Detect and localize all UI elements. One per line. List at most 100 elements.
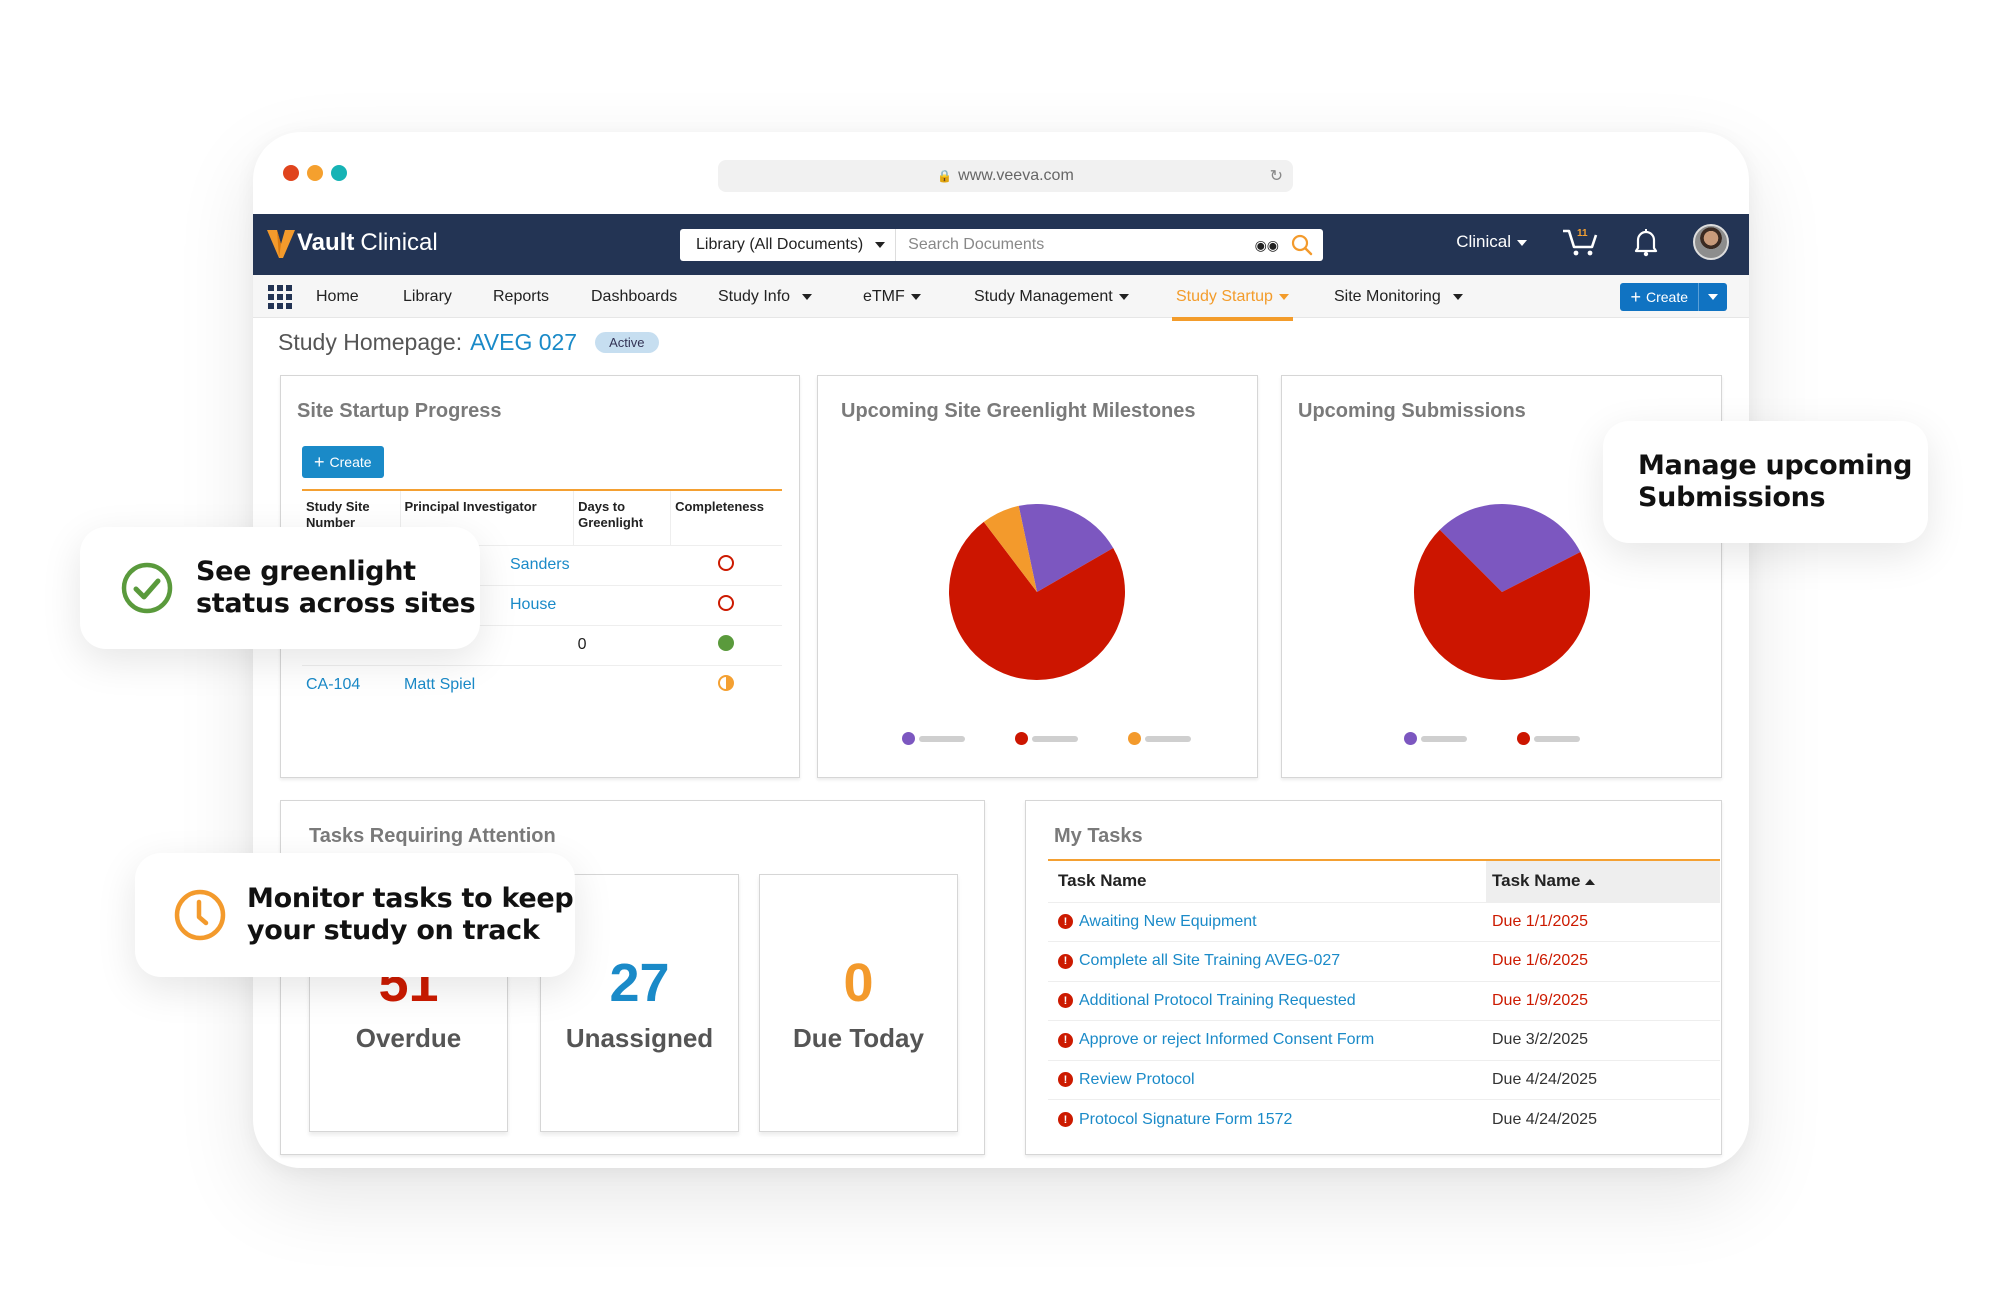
task-link[interactable]: ! Awaiting New Equipment — [1058, 913, 1486, 931]
cart-icon[interactable]: 11 — [1561, 227, 1599, 257]
greenlight-pie-chart — [949, 504, 1125, 680]
browser-window: 🔒 www.veeva.com ↻ Vault Clinical Library… — [253, 132, 1749, 1168]
callout-text: Monitor tasks to keep your study on track — [247, 883, 574, 947]
legend-item[interactable] — [1404, 732, 1467, 745]
callout-line: your study on track — [247, 915, 540, 946]
study-link[interactable]: AVEG 027 — [470, 329, 577, 356]
completeness — [670, 544, 782, 585]
page-title: Study Homepage: AVEG 027 Active — [278, 329, 659, 356]
task-name-cell: ! Awaiting New Equipment — [1048, 901, 1486, 942]
callout-text: See greenlight status across sites — [196, 556, 476, 620]
completeness — [670, 664, 782, 705]
col-task-name[interactable]: Task Name — [1048, 859, 1486, 902]
search-icon[interactable] — [1289, 232, 1315, 258]
create-label: Create — [1645, 289, 1688, 305]
search-scope-select[interactable]: Library (All Documents) — [680, 229, 897, 261]
callout-line: See greenlight — [196, 556, 416, 587]
alert-icon: ! — [1058, 953, 1073, 969]
create-label: Create — [329, 454, 372, 470]
task-due-date: Due 1/1/2025 — [1486, 901, 1720, 942]
callout-line: Submissions — [1638, 482, 1826, 513]
alert-icon: ! — [1058, 1032, 1073, 1048]
app-header: Vault Clinical Library (All Documents) S… — [253, 214, 1749, 275]
callout-line: Monitor tasks to keep — [247, 883, 574, 914]
col-days[interactable]: Days to Greenlight — [573, 489, 672, 545]
task-link[interactable]: ! Protocol Signature Form 1572 — [1058, 1111, 1486, 1129]
task-name-cell: ! Review Protocol — [1048, 1059, 1486, 1100]
callout-tasks: Monitor tasks to keep your study on track — [135, 853, 575, 977]
legend-swatch — [1128, 732, 1141, 745]
chevron-down-icon — [1118, 293, 1129, 300]
legend-swatch — [1517, 732, 1530, 745]
legend-item[interactable] — [902, 732, 965, 745]
check-circle-icon — [121, 562, 173, 614]
due-today-label: Due Today — [793, 1023, 924, 1053]
status-badge: Active — [595, 332, 659, 353]
nav-label: eTMF — [863, 287, 905, 305]
app-grid-icon[interactable] — [268, 285, 292, 309]
legend-swatch — [1404, 732, 1417, 745]
legend-item[interactable] — [1128, 732, 1191, 745]
task-row: ! Review Protocol Due 4/24/2025 — [1048, 1059, 1720, 1100]
binoculars-icon[interactable]: ◉◉ — [1255, 237, 1279, 254]
legend-item[interactable] — [1015, 732, 1078, 745]
completeness — [670, 584, 782, 625]
nav-study-info[interactable]: Study Info — [718, 275, 813, 318]
task-link[interactable]: ! Complete all Site Training AVEG-027 — [1058, 952, 1486, 970]
task-link[interactable]: ! Review Protocol — [1058, 1071, 1486, 1089]
plus-icon: + — [314, 451, 325, 472]
investigator[interactable]: Matt Spiel — [400, 664, 574, 705]
nav-label: Study Management — [974, 287, 1113, 305]
col-completeness[interactable]: Completeness — [670, 489, 782, 545]
maximize-dot[interactable] — [331, 165, 347, 181]
plus-icon: + — [1630, 286, 1641, 307]
chevron-down-icon — [875, 242, 886, 248]
panel-title: Upcoming Submissions — [1298, 400, 1526, 422]
minimize-dot[interactable] — [307, 165, 323, 181]
close-dot[interactable] — [283, 165, 299, 181]
create-site-button[interactable]: + Create — [302, 446, 384, 478]
veeva-v-icon — [267, 230, 295, 258]
bell-icon[interactable] — [1633, 227, 1659, 257]
task-due-date: Due 4/24/2025 — [1486, 1059, 1720, 1100]
nav-study-startup[interactable]: Study Startup — [1172, 275, 1293, 321]
app-switcher-label: Clinical — [1456, 232, 1511, 251]
unassigned-label: Unassigned — [565, 1023, 714, 1053]
site-number[interactable]: CA-104 — [302, 664, 400, 705]
task-row: ! Awaiting New Equipment Due 1/1/2025 — [1048, 901, 1720, 942]
nav-dashboards[interactable]: Dashboards — [591, 275, 677, 318]
app-name-bold: Vault — [297, 229, 355, 256]
vault-logo[interactable]: Vault Clinical — [267, 228, 438, 258]
cart-count: 11 — [1577, 228, 1588, 239]
nav-home[interactable]: Home — [316, 275, 359, 318]
legend-item[interactable] — [1517, 732, 1580, 745]
task-due-date: Due 1/9/2025 — [1486, 980, 1720, 1021]
days-to-greenlight — [573, 544, 671, 585]
nav-reports[interactable]: Reports — [493, 275, 549, 318]
legend-swatch — [1015, 732, 1028, 745]
due-today-count: 0 — [843, 953, 874, 1013]
col-task-name-sorted[interactable]: Task Name — [1486, 859, 1720, 902]
task-name-cell: ! Approve or reject Informed Consent Form — [1048, 1020, 1486, 1060]
create-dropdown-button[interactable] — [1699, 283, 1727, 311]
due-today-tile[interactable]: 0 Due Today — [759, 874, 958, 1132]
nav-study-management[interactable]: Study Management — [974, 275, 1129, 318]
task-link[interactable]: ! Approve or reject Informed Consent Form — [1058, 1031, 1486, 1049]
address-bar[interactable]: 🔒 www.veeva.com ↻ — [718, 160, 1293, 192]
task-name-cell: ! Complete all Site Training AVEG-027 — [1048, 941, 1486, 981]
task-row: ! Additional Protocol Training Requested D… — [1048, 980, 1720, 1021]
nav-label: Reports — [493, 287, 550, 305]
user-avatar[interactable] — [1693, 224, 1729, 260]
create-button[interactable]: + Create — [1620, 283, 1699, 311]
task-name-cell: ! Additional Protocol Training Requested — [1048, 980, 1486, 1021]
nav-library[interactable]: Library — [403, 275, 452, 318]
app-switcher[interactable]: Clinical — [1456, 232, 1527, 252]
search-input[interactable]: Search Documents — [896, 236, 1254, 254]
callout-submissions: Manage upcoming Submissions — [1603, 421, 1928, 543]
complete-status-icon — [718, 634, 735, 651]
days-to-greenlight — [573, 664, 671, 705]
task-link[interactable]: ! Additional Protocol Training Requested — [1058, 992, 1486, 1010]
nav-site-monitoring[interactable]: Site Monitoring — [1334, 275, 1463, 318]
reload-icon[interactable]: ↻ — [1270, 166, 1283, 186]
nav-etmf[interactable]: eTMF — [863, 275, 921, 318]
